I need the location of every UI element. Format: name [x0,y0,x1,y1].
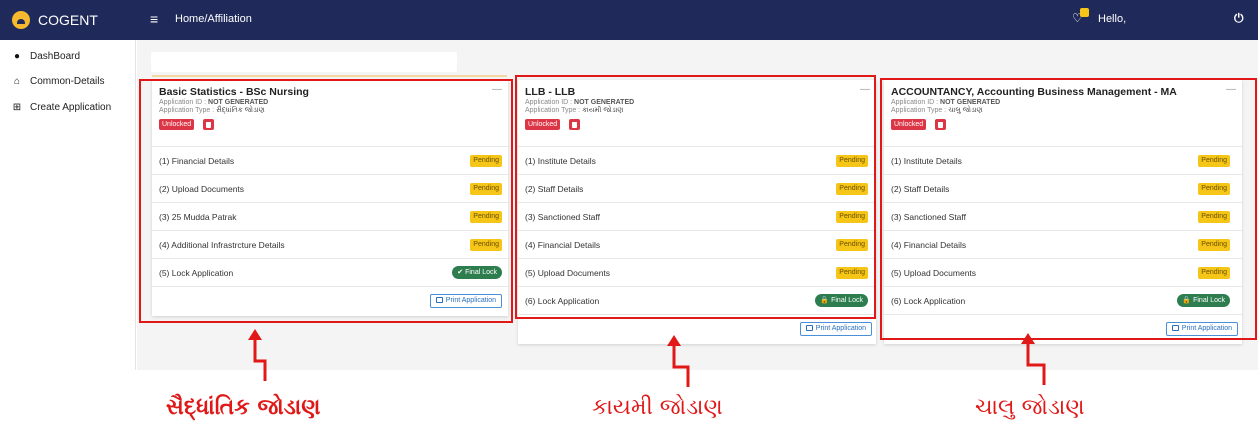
menu-toggle-icon[interactable]: ≡ [150,11,158,27]
sidebar-item-common-details[interactable]: ⌂ Common-Details [12,76,105,87]
power-icon[interactable]: ⏻ [1234,11,1244,26]
divider [152,75,507,77]
breadcrumb: Home/Affiliation [175,13,252,25]
brand-name: COGENT [38,12,98,28]
sidebar-item-label: DashBoard [30,51,81,62]
user-greeting[interactable]: Hello, [1098,13,1126,25]
annotation-label: કાયમી જોડાણ [592,395,723,420]
arrow-icon [1021,333,1046,385]
home-icon: ⌂ [13,76,21,87]
brand[interactable]: COGENT [0,0,136,40]
printer-icon [805,325,813,331]
sidebar-item-dashboard[interactable]: ● DashBoard [12,51,80,62]
top-navbar: COGENT ≡ Home/Affiliation ♡ Hello, ⏻ [0,0,1258,40]
annotation-label: ચાલુ જોડાણ [975,395,1085,420]
sidebar-item-create-application[interactable]: ⊞ Create Application [12,102,111,113]
print-application-button[interactable]: Print Application [799,322,872,336]
notification-badge [1080,8,1089,17]
search-input[interactable] [151,52,457,72]
highlight-box [515,75,876,319]
sidebar: ● DashBoard ⌂ Common-Details ⊞ Create Ap… [0,40,136,370]
dashboard-icon: ● [13,51,21,62]
highlight-box [139,79,513,323]
annotation-label: સૈદ્ધાંતિક જોડાણ [166,395,321,420]
cogent-logo-icon [12,11,30,29]
sidebar-item-label: Create Application [30,102,112,113]
sidebar-item-label: Common-Details [30,76,105,87]
plus-square-icon: ⊞ [12,102,22,113]
arrow-icon [667,335,690,387]
arrow-icon [248,329,267,381]
highlight-box [880,78,1257,340]
